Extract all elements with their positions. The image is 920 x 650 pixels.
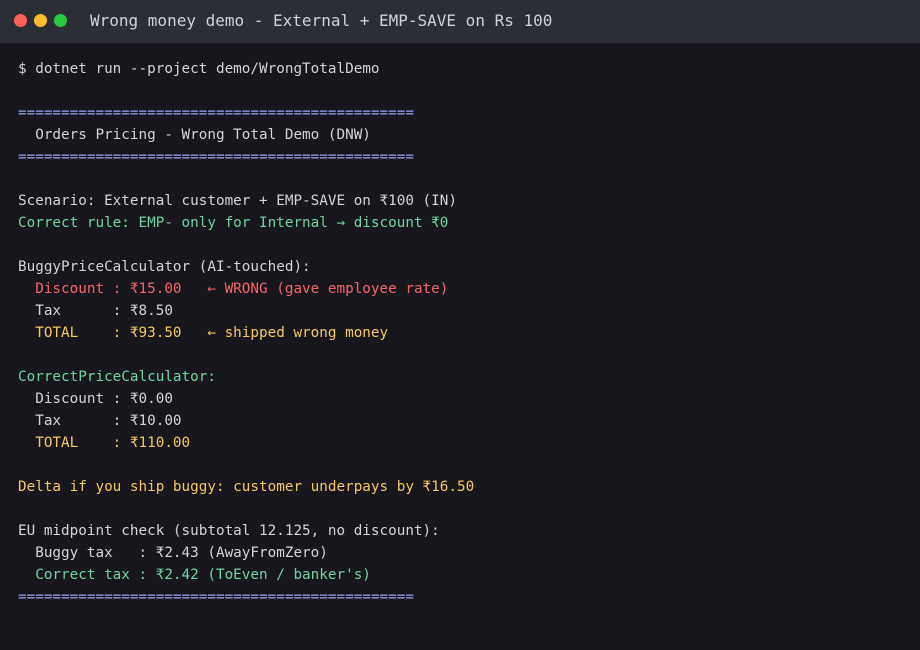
terminal-line: Correct rule: EMP- only for Internal → d… [18,215,449,231]
separator-line: ========================================… [18,105,414,121]
terminal-line: Scenario: External customer + EMP-SAVE o… [18,193,457,209]
window-title: Wrong money demo - External + EMP-SAVE o… [90,11,553,30]
separator-line: ========================================… [18,589,414,605]
terminal-line: CorrectPriceCalculator: [18,369,216,385]
terminal-line: Tax : ₹8.50 [18,303,173,319]
terminal-line: Discount : ₹15.00 ← WRONG (gave employee… [18,281,449,297]
terminal-line: EU midpoint check (subtotal 12.125, no d… [18,523,440,539]
terminal-line: TOTAL : ₹110.00 [18,435,191,451]
terminal-line: Orders Pricing - Wrong Total Demo (DNW) [18,127,371,143]
terminal-line: BuggyPriceCalculator (AI-touched): [18,259,311,275]
maximize-window-button[interactable] [54,14,67,27]
terminal-line: Buggy tax : ₹2.43 (AwayFromZero) [18,545,328,561]
terminal-line: Correct tax : ₹2.42 (ToEven / banker's) [18,567,371,583]
separator-line: ========================================… [18,149,414,165]
terminal-line: Tax : ₹10.00 [18,413,182,429]
terminal-output[interactable]: $ dotnet run --project demo/WrongTotalDe… [18,58,474,608]
terminal-line: Delta if you ship buggy: customer underp… [18,479,475,495]
minimize-window-button[interactable] [34,14,47,27]
terminal-line: TOTAL : ₹93.50 ← shipped wrong money [18,325,389,341]
title-bar: Wrong money demo - External + EMP-SAVE o… [0,0,920,43]
terminal-line: $ dotnet run --project demo/WrongTotalDe… [18,61,380,77]
close-window-button[interactable] [14,14,27,27]
terminal-window: Wrong money demo - External + EMP-SAVE o… [0,0,920,650]
terminal-line: Discount : ₹0.00 [18,391,173,407]
